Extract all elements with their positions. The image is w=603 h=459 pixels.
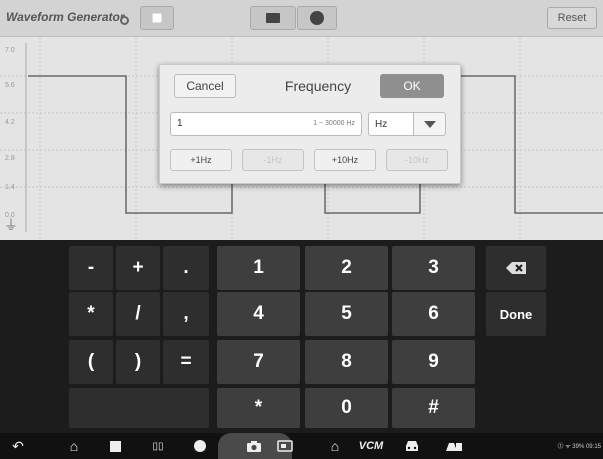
- folder-icon: [266, 13, 280, 23]
- unit-select[interactable]: Hz: [368, 112, 446, 136]
- key-2[interactable]: 2: [305, 246, 388, 290]
- split-screen-icon[interactable]: ▯▯: [148, 436, 168, 456]
- space-key[interactable]: [69, 388, 209, 428]
- help-button[interactable]: [297, 6, 337, 30]
- shop-icon[interactable]: [443, 436, 465, 456]
- plus-10hz-button[interactable]: +10Hz: [314, 149, 376, 171]
- range-hint: 1 ~ 30000 Hz: [313, 120, 355, 127]
- y-tick-label: 1.4: [5, 184, 15, 191]
- reset-button[interactable]: Reset: [547, 7, 597, 29]
- browser-icon[interactable]: [190, 436, 210, 456]
- y-tick-label: 7.0: [5, 47, 15, 54]
- key-plus[interactable]: +: [116, 246, 160, 290]
- frequency-input[interactable]: 1 1 ~ 30000 Hz: [170, 112, 362, 136]
- maxifix-icon[interactable]: ⌂: [325, 436, 345, 456]
- numeric-keyboard: - + . 1 2 3 * / , 4 5 6 Done ( ) = 7 8 9…: [0, 240, 603, 433]
- camera-icon[interactable]: [244, 436, 264, 456]
- open-file-button[interactable]: [250, 6, 296, 30]
- backspace-icon: [506, 262, 526, 274]
- back-icon[interactable]: ↶: [8, 436, 28, 456]
- y-tick-label: 4.2: [5, 119, 15, 126]
- home-icon[interactable]: ⌂: [64, 436, 84, 456]
- key-1[interactable]: 1: [217, 246, 300, 290]
- key-8[interactable]: 8: [305, 340, 388, 384]
- frequency-value: 1: [177, 118, 183, 129]
- stop-icon: [152, 13, 162, 23]
- app-title: Waveform Generator: [6, 10, 125, 24]
- gear-icon[interactable]: [120, 16, 129, 25]
- key-9[interactable]: 9: [392, 340, 475, 384]
- status-bar: ⓵ ᯤ 39% 09:15: [557, 444, 601, 450]
- key-close-paren[interactable]: ): [116, 340, 160, 384]
- key-equals[interactable]: =: [163, 340, 209, 384]
- key-period[interactable]: .: [163, 246, 209, 290]
- stop-button[interactable]: [140, 6, 174, 30]
- key-open-paren[interactable]: (: [69, 340, 113, 384]
- frequency-dialog: Cancel Frequency OK 1 1 ~ 30000 Hz Hz +1…: [159, 64, 461, 184]
- unit-value: Hz: [368, 112, 414, 136]
- ground-icon: ⏚: [4, 217, 18, 233]
- key-star[interactable]: *: [217, 388, 300, 428]
- key-4[interactable]: 4: [217, 292, 300, 336]
- key-minus[interactable]: -: [69, 246, 113, 290]
- car-icon[interactable]: [402, 436, 422, 456]
- key-5[interactable]: 5: [305, 292, 388, 336]
- system-navbar: ↶ ⌂ ▯▯ ⌂ VCM ⓵ ᯤ 39% 09:15: [0, 433, 603, 459]
- key-asterisk[interactable]: *: [69, 292, 113, 336]
- ok-button[interactable]: OK: [380, 74, 444, 98]
- key-comma[interactable]: ,: [163, 292, 209, 336]
- dialog-title: Frequency: [284, 78, 352, 94]
- key-3[interactable]: 3: [392, 246, 475, 290]
- key-hash[interactable]: #: [392, 388, 475, 428]
- done-button[interactable]: Done: [486, 292, 546, 336]
- plus-1hz-button[interactable]: +1Hz: [170, 149, 232, 171]
- minus-1hz-button[interactable]: -1Hz: [242, 149, 304, 171]
- key-7[interactable]: 7: [217, 340, 300, 384]
- toolbar: Waveform Generator Reset: [0, 0, 603, 37]
- y-tick-label: 5.6: [5, 82, 15, 89]
- recent-apps-icon[interactable]: [105, 436, 125, 456]
- key-0[interactable]: 0: [305, 388, 388, 428]
- chevron-down-icon[interactable]: [414, 112, 446, 136]
- minus-10hz-button[interactable]: -10Hz: [386, 149, 448, 171]
- help-icon: [310, 11, 324, 25]
- vcm-icon[interactable]: VCM: [356, 436, 386, 456]
- cancel-button[interactable]: Cancel: [174, 74, 236, 98]
- key-slash[interactable]: /: [116, 292, 160, 336]
- screen-record-icon[interactable]: [275, 436, 295, 456]
- y-tick-label: 2.8: [5, 155, 15, 162]
- backspace-button[interactable]: [486, 246, 546, 290]
- key-6[interactable]: 6: [392, 292, 475, 336]
